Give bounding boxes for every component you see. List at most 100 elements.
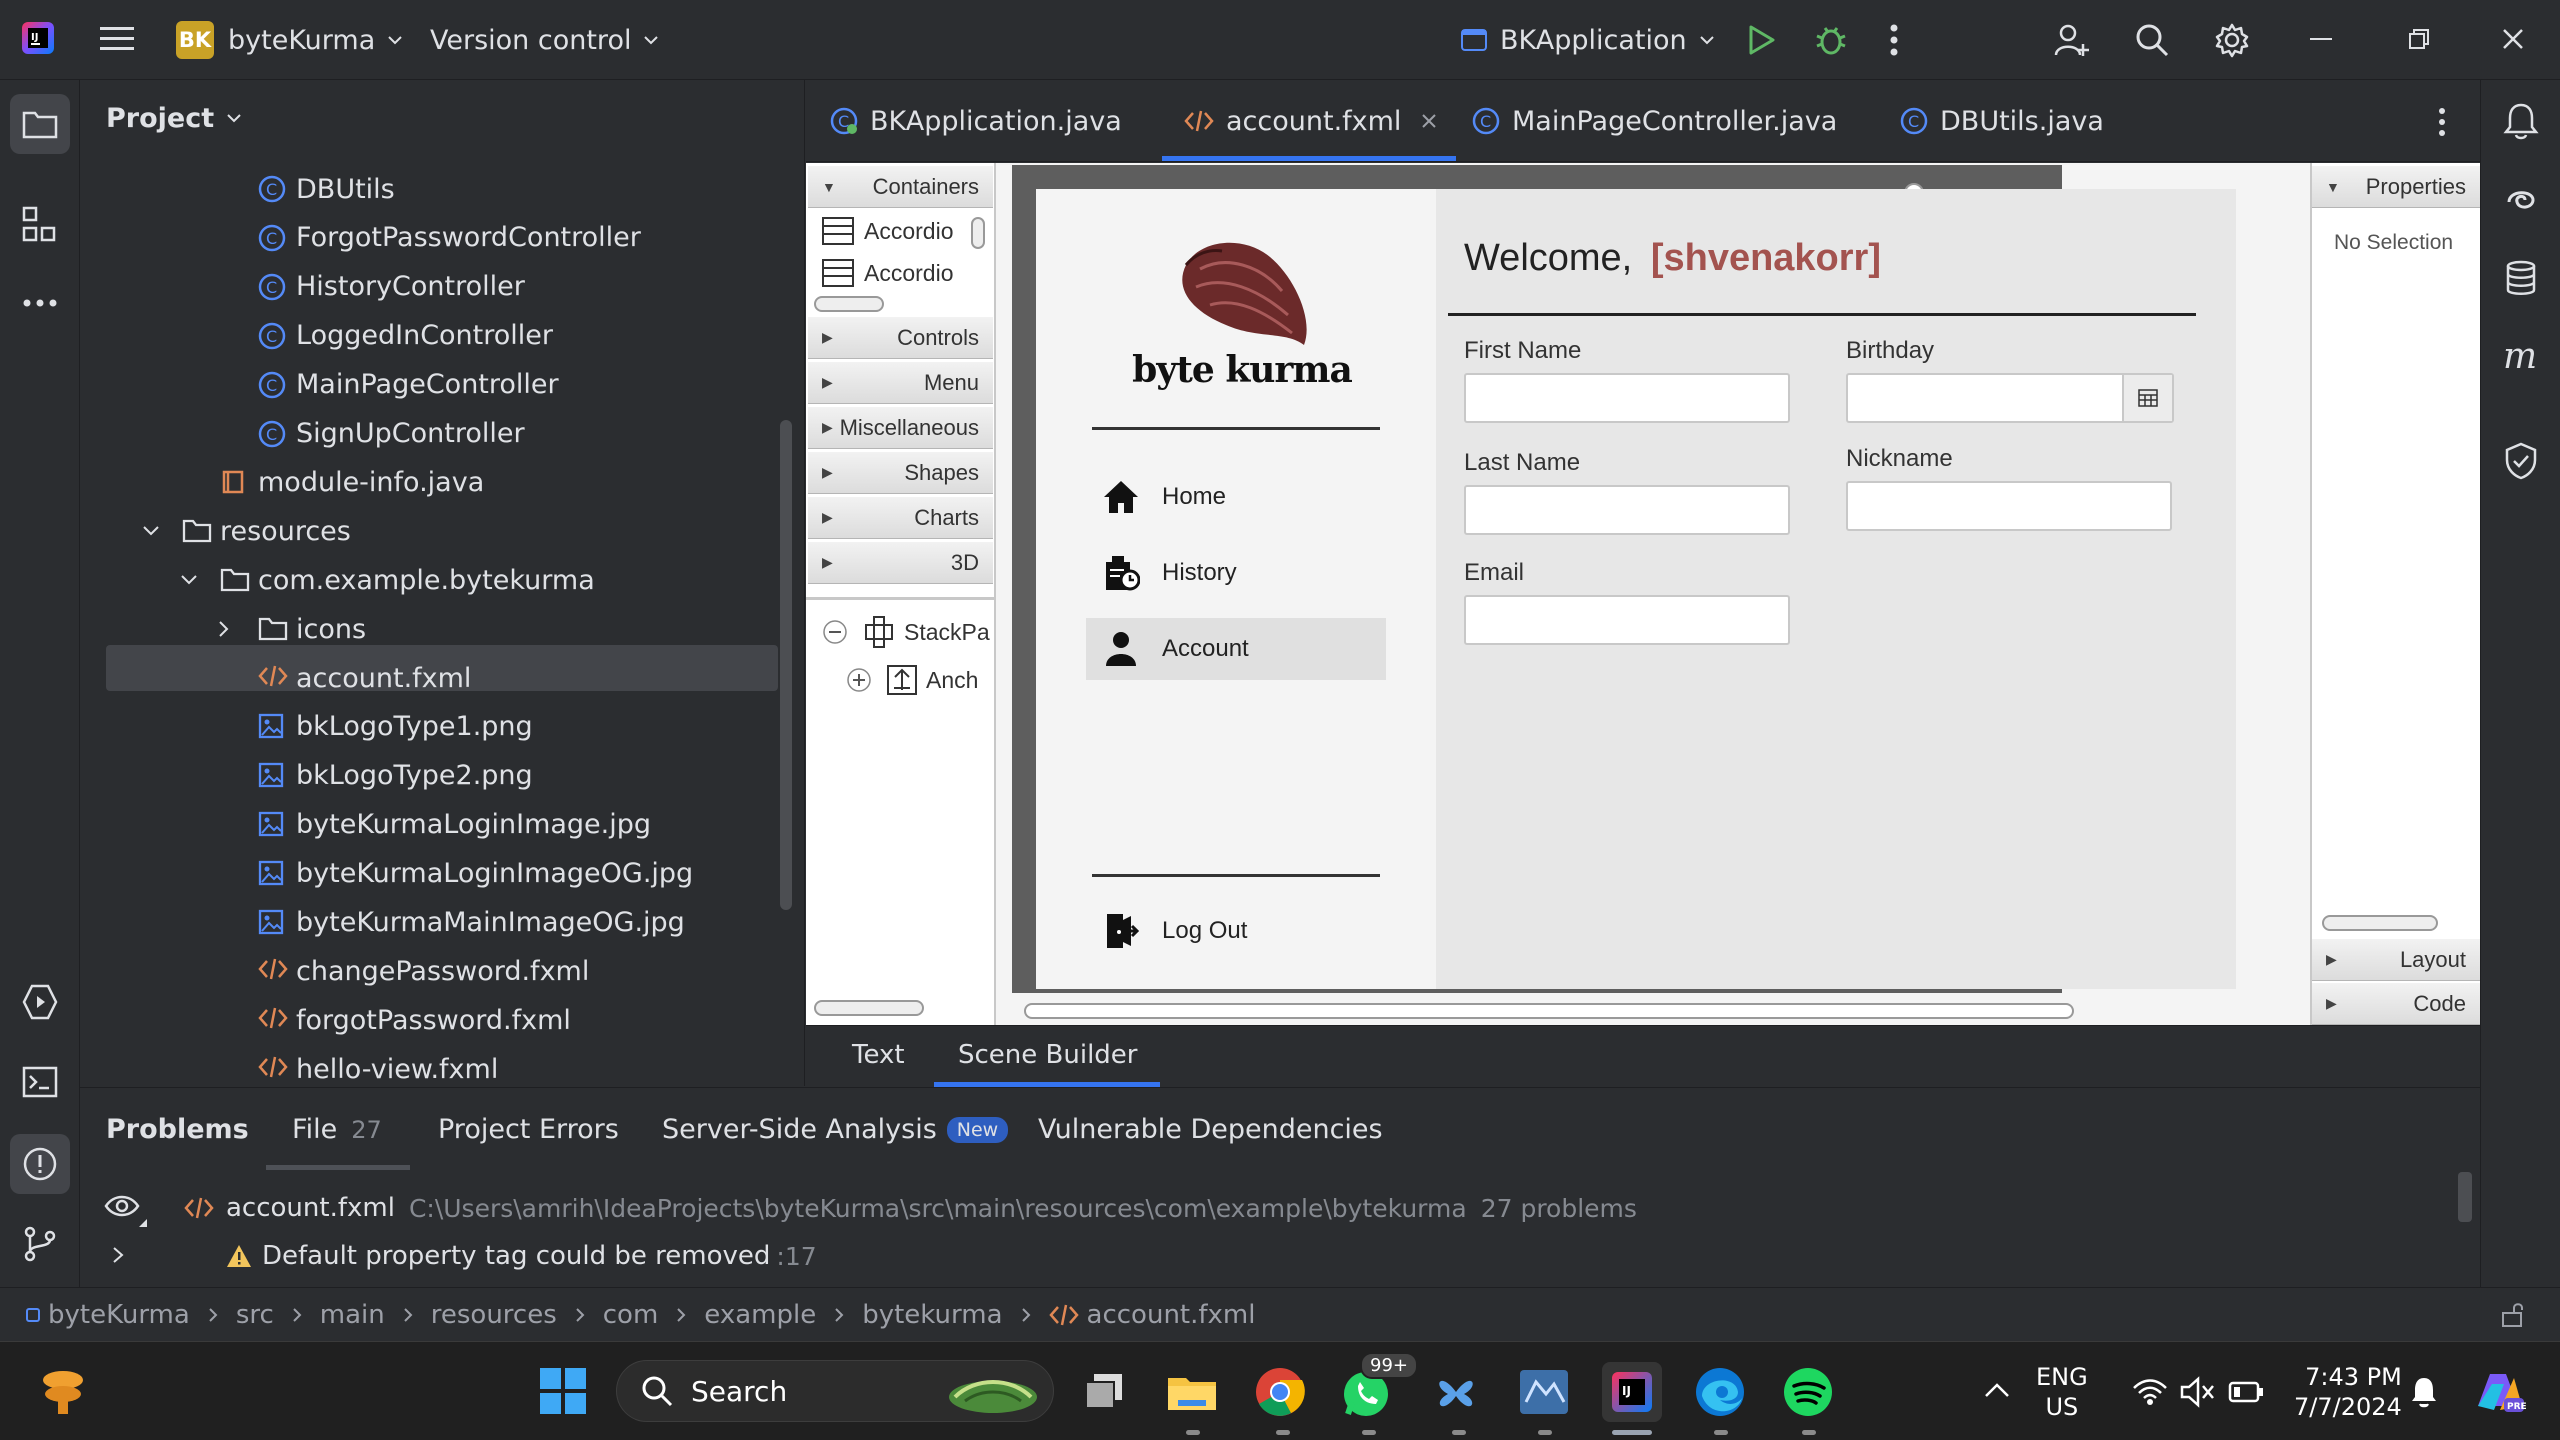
tab-vulnerable-dependencies[interactable]: Vulnerable Dependencies — [1038, 1114, 1383, 1145]
breadcrumb-item[interactable]: example — [704, 1300, 816, 1330]
chevron-down-icon[interactable] — [180, 574, 198, 586]
breadcrumb-item[interactable]: byteKurma — [48, 1300, 190, 1330]
spotify-icon[interactable] — [1778, 1362, 1838, 1422]
tab-options-icon[interactable] — [2438, 108, 2446, 136]
inspector-properties-section[interactable]: ▼ Properties — [2312, 166, 2480, 208]
tree-item[interactable]: C LoggedInController — [258, 313, 553, 359]
version-control-menu[interactable]: Version control — [430, 20, 659, 60]
library-section-shapes[interactable]: ▶ Shapes — [808, 452, 993, 494]
canvas-hscrollbar[interactable] — [1024, 1003, 2074, 1019]
start-menu-icon[interactable] — [538, 1366, 588, 1416]
code-with-me-icon[interactable] — [2054, 22, 2090, 58]
tab-dbutils-java[interactable]: C DBUtils.java — [1900, 80, 2104, 162]
problem-file-row[interactable]: account.fxml C:\Users\amrih\IdeaProjects… — [184, 1188, 1637, 1228]
nav-item-history[interactable]: History — [1086, 542, 1386, 604]
main-menu-icon[interactable] — [100, 24, 134, 54]
birthday-date-picker[interactable] — [1846, 373, 2174, 423]
nickname-field[interactable] — [1846, 481, 2172, 531]
file-explorer-icon[interactable] — [1162, 1362, 1222, 1422]
tree-item[interactable]: changePassword.fxml — [258, 948, 589, 994]
first-name-field[interactable] — [1464, 373, 1790, 423]
whatsapp-icon[interactable]: 99+ — [1338, 1352, 1418, 1422]
tree-item[interactable]: bkLogoType2.png — [258, 753, 533, 799]
minimize-button[interactable] — [2310, 38, 2332, 40]
tree-item[interactable]: C SignUpController — [258, 411, 525, 457]
library-hscrollbar[interactable] — [814, 296, 884, 312]
settings-gear-icon[interactable] — [2214, 22, 2250, 58]
library-section-miscellaneous[interactable]: ▶ Miscellaneous — [808, 407, 993, 449]
task-view-icon[interactable] — [1074, 1362, 1134, 1422]
database-icon[interactable] — [2505, 260, 2537, 296]
last-name-field[interactable] — [1464, 485, 1790, 535]
tree-item[interactable]: module-info.java — [220, 459, 484, 505]
tree-item[interactable]: C MainPageController — [258, 362, 559, 408]
problems-scrollbar[interactable] — [2458, 1172, 2472, 1222]
tab-mainpagecontroller-java[interactable]: C MainPageController.java — [1472, 80, 1837, 162]
inspector-scrollbar[interactable] — [2322, 915, 2438, 931]
tree-item[interactable]: resources — [143, 508, 351, 554]
chevron-right-icon[interactable] — [112, 1246, 124, 1264]
project-view-selector[interactable]: Project — [106, 98, 242, 138]
structure-tool-icon[interactable] — [22, 206, 58, 242]
tab-text[interactable]: Text — [852, 1040, 905, 1070]
library-section-menu[interactable]: ▶ Menu — [808, 362, 993, 404]
project-tool-icon[interactable] — [10, 94, 70, 154]
tree-item[interactable]: forgotPassword.fxml — [258, 997, 571, 1043]
intellij-logo-icon[interactable]: IJ — [20, 20, 56, 56]
git-icon[interactable] — [22, 1226, 58, 1262]
edge-icon[interactable] — [1690, 1362, 1750, 1422]
library-item-accordion[interactable]: Accordio — [822, 255, 953, 291]
read-only-lock-icon[interactable] — [2500, 1302, 2526, 1328]
notifications-icon[interactable] — [2503, 102, 2539, 140]
speaker-muted-icon[interactable] — [2180, 1376, 2216, 1408]
library-section-controls[interactable]: ▶ Controls — [808, 317, 993, 359]
logout-button[interactable]: Log Out — [1086, 900, 1386, 962]
close-tab-icon[interactable] — [1421, 113, 1437, 129]
tree-item[interactable]: C HistoryController — [258, 264, 525, 310]
copilot-icon[interactable]: PRE — [2470, 1366, 2526, 1418]
problem-warning-row[interactable]: Default property tag could be removed :1… — [226, 1236, 817, 1276]
tree-item[interactable]: bkLogoType1.png — [258, 704, 533, 750]
tree-item[interactable]: C ForgotPasswordController — [258, 215, 641, 261]
tree-item[interactable]: byteKurmaLoginImage.jpg — [258, 802, 651, 848]
wifi-icon[interactable] — [2132, 1378, 2168, 1406]
tree-item[interactable]: account.fxml — [258, 655, 471, 701]
clock[interactable]: 7:43 PM 7/7/2024 — [2294, 1362, 2402, 1422]
restore-button[interactable] — [2408, 28, 2430, 50]
chevron-right-icon[interactable] — [218, 620, 230, 638]
terminal-icon[interactable] — [22, 1066, 58, 1098]
library-section-charts[interactable]: ▶ Charts — [808, 497, 993, 539]
inspector-layout-section[interactable]: ▶ Layout — [2312, 939, 2480, 981]
tree-item[interactable]: icons — [219, 606, 366, 652]
show-hidden-icons-chevron[interactable] — [1984, 1382, 2010, 1398]
run-config-selector[interactable]: BKApplication — [1460, 20, 1715, 60]
widgets-icon[interactable] — [36, 1368, 90, 1418]
project-scrollbar[interactable] — [780, 420, 792, 910]
battery-icon[interactable] — [2228, 1380, 2264, 1404]
language-indicator[interactable]: ENG US — [2036, 1362, 2088, 1422]
close-window-button[interactable] — [2502, 28, 2524, 50]
inspector-code-section[interactable]: ▶ Code — [2312, 983, 2480, 1025]
breadcrumb-item[interactable]: resources — [431, 1300, 557, 1330]
tree-item[interactable]: C DBUtils — [258, 166, 395, 212]
tree-item[interactable]: byteKurmaLoginImageOG.jpg — [258, 851, 693, 897]
tab-account-fxml[interactable]: account.fxml — [1184, 80, 1437, 162]
taskbar-search-box[interactable]: Search — [616, 1360, 1054, 1422]
tab-file-problems[interactable]: File 27 — [292, 1114, 382, 1145]
chevron-down-icon[interactable] — [142, 525, 160, 537]
tab-scene-builder[interactable]: Scene Builder — [958, 1040, 1138, 1070]
library-section-containers[interactable]: ▼ Containers — [808, 166, 993, 208]
project-switcher[interactable]: BK byteKurma — [176, 20, 403, 60]
breadcrumb-item[interactable]: src — [236, 1300, 274, 1330]
nav-item-account[interactable]: Account — [1086, 618, 1386, 680]
debug-icon[interactable] — [1814, 22, 1848, 58]
eye-icon[interactable] — [104, 1194, 140, 1218]
security-shield-icon[interactable] — [2505, 442, 2537, 480]
chrome-icon[interactable] — [1250, 1362, 1310, 1422]
scene-builder-app-icon[interactable] — [1514, 1362, 1574, 1422]
notification-bell-icon[interactable] — [2410, 1376, 2438, 1408]
tree-item[interactable]: byteKurmaMainImageOG.jpg — [258, 900, 685, 946]
ai-assistant-icon[interactable] — [2503, 182, 2539, 218]
breadcrumb-item[interactable]: bytekurma — [862, 1300, 1002, 1330]
hierarchy-item-stackpane[interactable]: StackPa — [822, 614, 990, 650]
